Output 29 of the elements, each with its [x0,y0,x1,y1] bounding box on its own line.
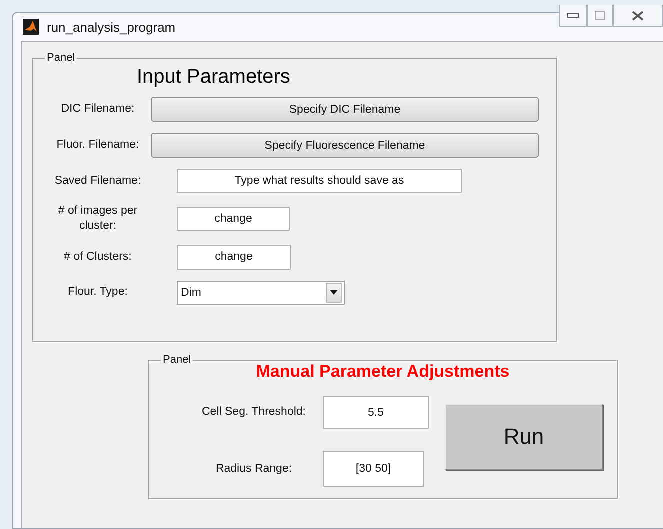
file-button[interactable]: Specify DIC Filename [151,97,539,122]
run-button[interactable]: Run [445,404,603,470]
minimize-button[interactable] [559,5,587,27]
panel-legend: Panel [161,354,194,366]
field-label: Saved Filename: [54,174,142,188]
app-icon [23,19,39,35]
minimize-icon [567,12,579,18]
window-title: run_analysis_program [47,20,176,34]
maximize-icon [595,11,605,20]
field-label: Fluor. Filename: [56,138,140,153]
field-label: # of images per cluster: [57,204,139,234]
input-field[interactable]: change [177,244,291,270]
caret-icon [330,290,338,296]
panel-legend: Panel [45,52,78,64]
field-label: Flour. Type: [67,285,129,300]
close-icon [632,10,644,20]
panel-title: Manual Parameter Adjustments [255,362,511,382]
field-label: Cell Seg. Threshold: [201,405,307,420]
field-label: Radius Range: [214,462,294,476]
type-dropdown[interactable]: Dim [177,280,345,305]
field-label: DIC Filename: [60,102,136,117]
input-field[interactable]: change [177,206,290,231]
input-field[interactable]: Type what results should save as [177,169,462,193]
input-field[interactable]: 5.5 [323,396,429,429]
file-button[interactable]: Specify Fluorescence Filename [151,133,539,158]
input-field[interactable]: [30 50] [323,451,424,487]
panel-title: Input Parameters [137,66,292,89]
field-label: # of Clusters: [63,250,133,265]
close-button[interactable] [613,5,663,27]
